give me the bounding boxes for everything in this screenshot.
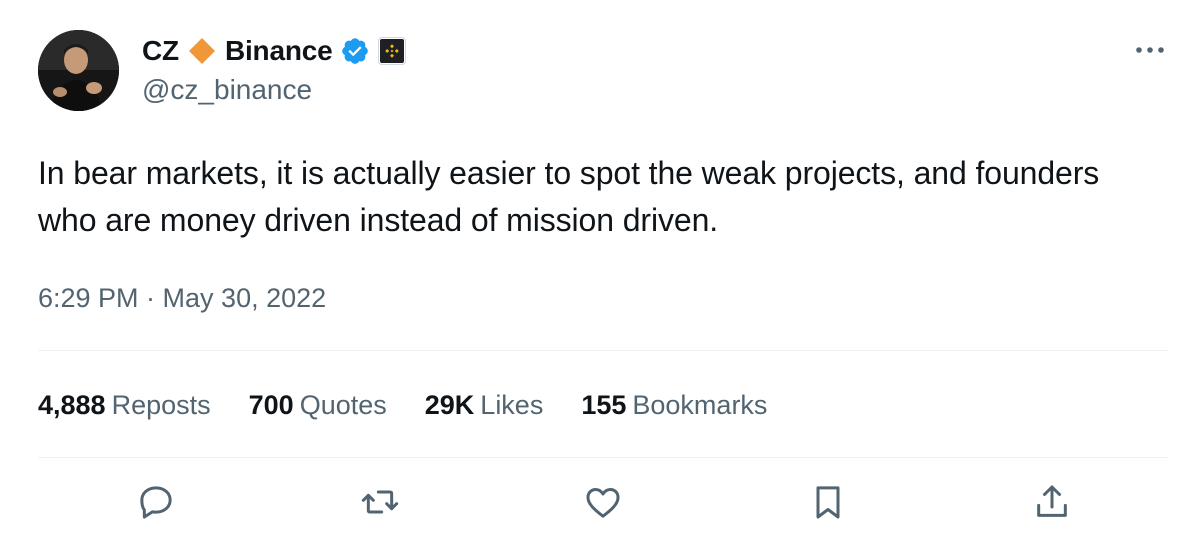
repost-icon[interactable]	[358, 480, 402, 524]
stat-label: Reposts	[111, 389, 211, 420]
stat-reposts[interactable]: 4,888 Reposts	[38, 390, 211, 421]
tweet-card: CZ Binance @cz_binance In bear markets, …	[0, 0, 1204, 548]
more-options-icon[interactable]	[1132, 40, 1168, 60]
verified-badge-icon[interactable]	[340, 36, 370, 66]
tweet-header: CZ Binance @cz_binance	[38, 30, 1168, 112]
stat-value: 700	[248, 389, 294, 420]
stat-label: Quotes	[299, 389, 387, 420]
stat-value: 4,888	[38, 389, 106, 420]
stats-bar: 4,888 Reposts 700 Quotes 29K Likes 155 Bookm…	[38, 387, 805, 423]
display-name-first[interactable]: CZ	[142, 35, 179, 67]
avatar-image	[38, 30, 119, 111]
diamond-icon	[187, 36, 217, 66]
author-handle[interactable]: @cz_binance	[142, 72, 406, 108]
like-icon[interactable]	[581, 480, 625, 524]
stat-label: Bookmarks	[632, 389, 768, 420]
divider	[38, 457, 1169, 458]
avatar[interactable]	[38, 30, 119, 111]
stat-value: 29K	[424, 389, 475, 420]
tweet-text: In bear markets, it is actually easier t…	[38, 155, 1100, 238]
name-row: CZ Binance	[142, 32, 407, 70]
author-block: CZ Binance @cz_binance	[142, 32, 407, 108]
divider	[38, 350, 1169, 351]
reply-icon[interactable]	[134, 480, 178, 524]
tweet-timestamp[interactable]: 6:29 PM · May 30, 2022	[38, 280, 326, 316]
stat-quotes[interactable]: 700 Quotes	[249, 390, 387, 421]
display-name-second[interactable]: Binance	[225, 35, 333, 67]
binance-affiliate-icon[interactable]	[378, 37, 407, 65]
bookmark-icon[interactable]	[806, 480, 850, 524]
stat-likes[interactable]: 29K Likes	[425, 390, 544, 421]
share-icon[interactable]	[1030, 480, 1074, 524]
stat-label: Likes	[480, 389, 544, 420]
stat-value: 155	[581, 389, 627, 420]
stat-bookmarks[interactable]: 155 Bookmarks	[581, 390, 767, 421]
action-bar	[0, 480, 1204, 536]
